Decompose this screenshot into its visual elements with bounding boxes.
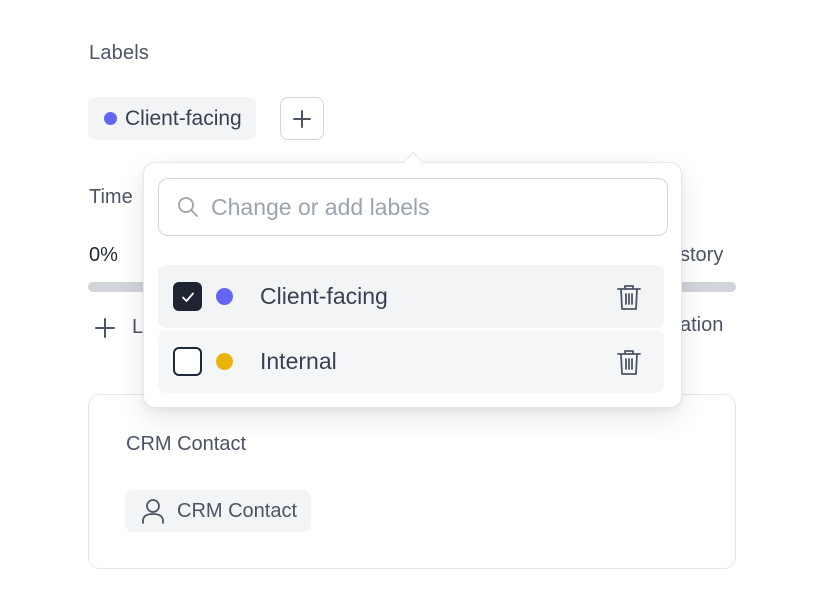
crm-contact-card: CRM Contact CRM Contact [88,394,736,569]
label-option-client-facing[interactable]: Client-facing [158,265,664,328]
applied-label-text: Client-facing [125,106,242,130]
add-label-button[interactable] [280,97,324,140]
history-link[interactable]: story [680,244,723,267]
labels-popover: Client-facing Internal [143,152,682,408]
add-time-label: L [132,316,144,338]
label-color-dot [104,112,117,125]
popover-arrow [403,152,423,172]
crm-contact-chip[interactable]: CRM Contact [125,490,312,532]
label-search-input[interactable] [211,193,651,221]
trash-icon[interactable] [616,348,642,376]
plus-icon [95,317,115,338]
label-option-name: Client-facing [260,283,388,309]
search-icon [178,197,198,217]
trash-icon[interactable] [616,283,642,311]
person-icon [142,499,164,524]
checkmark-icon [181,292,194,302]
crm-chip-label: CRM Contact [177,499,298,522]
checkbox-client-facing[interactable] [173,282,202,311]
add-time-row[interactable]: L [94,316,143,339]
time-heading: Time [89,186,133,208]
labels-heading: Labels [89,42,150,64]
label-color-dot [216,288,233,305]
crm-card-title: CRM Contact [126,433,247,455]
label-option-internal[interactable]: Internal [158,330,664,393]
label-color-dot [216,353,233,370]
label-option-name: Internal [260,348,337,374]
secondary-link[interactable]: ation [680,314,723,337]
applied-label-chip[interactable]: Client-facing [88,97,256,140]
checkbox-internal[interactable] [173,347,202,376]
label-search-box[interactable] [158,178,668,236]
plus-icon [293,109,311,128]
progress-percent: 0% [89,244,118,266]
